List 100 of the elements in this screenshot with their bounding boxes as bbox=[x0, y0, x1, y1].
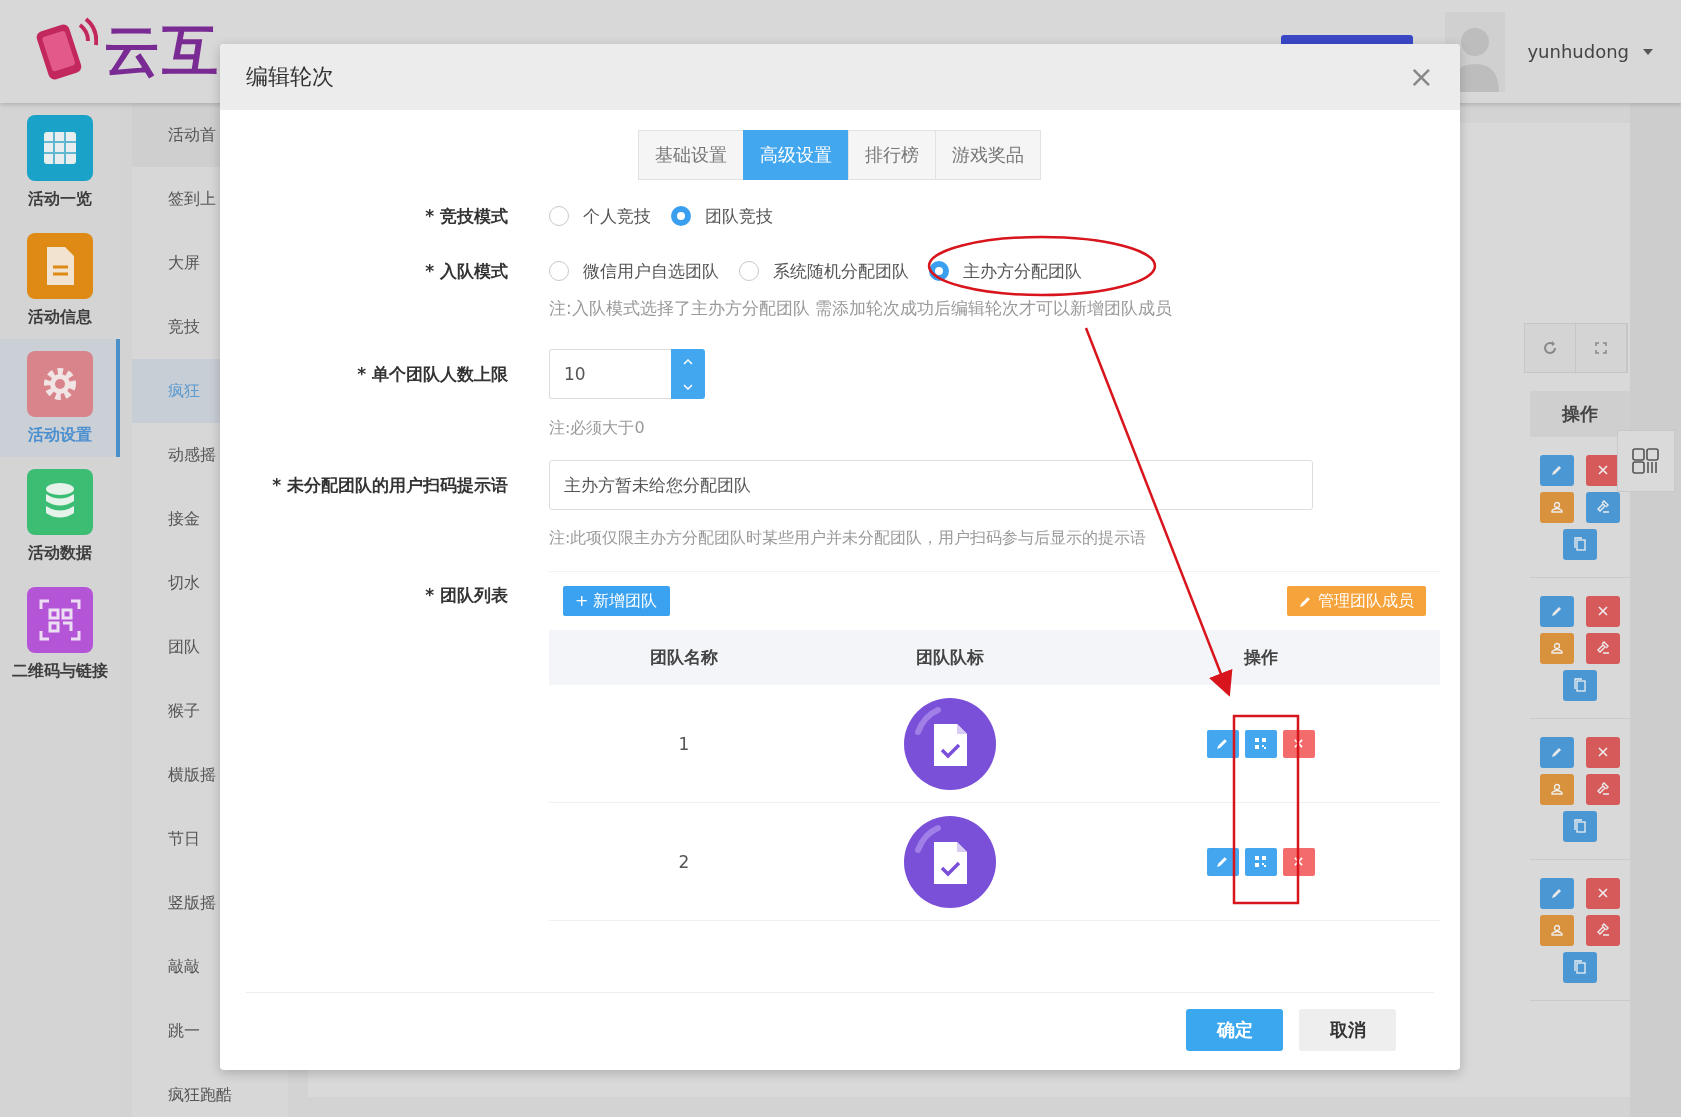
nav-icon bbox=[27, 586, 93, 653]
delete-button[interactable] bbox=[1282, 847, 1315, 876]
hint-text: 注:必须大于0 bbox=[549, 417, 646, 439]
delete-button[interactable] bbox=[1586, 595, 1620, 627]
gavel-icon bbox=[1596, 782, 1610, 796]
edit-button[interactable] bbox=[1540, 736, 1574, 768]
user-menu[interactable]: yunhudong bbox=[1527, 41, 1629, 62]
logo-text: 云互 bbox=[104, 16, 220, 85]
gavel-icon bbox=[1596, 923, 1610, 937]
gavel-button[interactable] bbox=[1586, 632, 1620, 664]
gavel-button[interactable] bbox=[1586, 773, 1620, 805]
qrcode-button[interactable] bbox=[1244, 729, 1277, 758]
copy-icon bbox=[1574, 537, 1586, 551]
close-icon bbox=[1294, 857, 1303, 866]
column-header: 团队队标 bbox=[915, 646, 985, 669]
dialog-title: 编辑轮次 bbox=[246, 63, 334, 91]
user-button[interactable] bbox=[1540, 491, 1574, 523]
radio-option[interactable]: 系统随机分配团队 bbox=[739, 259, 909, 283]
close-icon bbox=[1598, 606, 1608, 616]
radio-option[interactable]: 个人竞技 bbox=[549, 204, 651, 228]
radio-option[interactable]: 微信用户自选团队 bbox=[549, 259, 719, 283]
copy-button[interactable] bbox=[1563, 951, 1597, 983]
caret-icon bbox=[1643, 48, 1653, 55]
floating-panel[interactable] bbox=[1617, 430, 1675, 492]
copy-button[interactable] bbox=[1563, 528, 1597, 560]
copy-icon bbox=[1574, 819, 1586, 833]
field-label: * 入队模式 bbox=[424, 260, 508, 283]
edit-button[interactable] bbox=[1540, 454, 1574, 486]
nav-item[interactable]: 活动一览 bbox=[0, 103, 120, 221]
user-button[interactable] bbox=[1540, 632, 1574, 664]
pencil-icon bbox=[1299, 594, 1312, 608]
pencil-icon bbox=[1551, 605, 1563, 617]
nav-icon bbox=[27, 468, 93, 535]
close-icon bbox=[1598, 465, 1608, 475]
delete-button[interactable] bbox=[1586, 454, 1620, 486]
add-team-button[interactable]: + 新增团队 bbox=[563, 586, 670, 616]
gavel-icon bbox=[1596, 500, 1610, 514]
document-check-icon bbox=[904, 815, 996, 908]
user-icon bbox=[1551, 783, 1563, 795]
copy-icon bbox=[1574, 678, 1586, 692]
user-button[interactable] bbox=[1540, 914, 1574, 946]
close-icon bbox=[1598, 888, 1608, 898]
radio-option[interactable]: 主办方分配团队 bbox=[929, 259, 1082, 283]
copy-button[interactable] bbox=[1563, 810, 1597, 842]
field-label: * 团队列表 bbox=[424, 584, 508, 607]
close-button[interactable]: × bbox=[1408, 62, 1434, 92]
field-label: * 未分配团队的用户扫码提示语 bbox=[271, 474, 508, 497]
pencil-icon bbox=[1551, 887, 1563, 899]
pencil-icon bbox=[1216, 737, 1229, 750]
delete-button[interactable] bbox=[1586, 877, 1620, 909]
delete-button[interactable] bbox=[1282, 729, 1315, 758]
edit-button[interactable] bbox=[1540, 877, 1574, 909]
tab[interactable]: 基础设置 bbox=[638, 130, 744, 180]
close-icon bbox=[1598, 747, 1608, 757]
qrcode-button[interactable] bbox=[1244, 847, 1277, 876]
delete-button[interactable] bbox=[1586, 736, 1620, 768]
number-field[interactable]: 10 bbox=[549, 349, 671, 399]
nav-icon bbox=[27, 114, 93, 181]
refresh-icon bbox=[1543, 341, 1557, 355]
column-header: 团队名称 bbox=[649, 646, 719, 669]
column-header: 操作 bbox=[1530, 391, 1630, 437]
tab[interactable]: 游戏奖品 bbox=[935, 130, 1041, 180]
gavel-icon bbox=[1596, 641, 1610, 655]
pencil-icon bbox=[1551, 746, 1563, 758]
nav-item[interactable]: 活动信息 bbox=[0, 221, 120, 339]
gavel-button[interactable] bbox=[1586, 491, 1620, 523]
gavel-button[interactable] bbox=[1586, 914, 1620, 946]
qrcode-icon bbox=[1254, 737, 1267, 750]
pencil-icon bbox=[1551, 464, 1563, 476]
qrcode-icon bbox=[1254, 855, 1267, 868]
hint-text: 注:入队模式选择了主办方分配团队 需添加轮次成功后编辑轮次才可以新增团队成员 bbox=[549, 297, 1173, 319]
field-label: * 单个团队人数上限 bbox=[356, 363, 508, 386]
text-field[interactable]: 主办方暂未给您分配团队 bbox=[549, 460, 1313, 510]
nav-icon bbox=[27, 350, 93, 417]
close-icon bbox=[1294, 739, 1303, 748]
nav-icon bbox=[27, 232, 93, 299]
chevron-down-icon[interactable] bbox=[683, 383, 693, 390]
pencil-icon bbox=[1216, 855, 1229, 868]
qrcode-icon bbox=[1632, 448, 1660, 474]
user-icon bbox=[1551, 924, 1563, 936]
edit-button[interactable] bbox=[1540, 595, 1574, 627]
user-button[interactable] bbox=[1540, 773, 1574, 805]
document-check-icon bbox=[904, 697, 996, 790]
tab[interactable]: 排行榜 bbox=[848, 130, 936, 180]
hint-text: 注:此项仅限主办方分配团队时某些用户并未分配团队，用户扫码参与后显示的提示语 bbox=[549, 527, 1148, 549]
refresh-button[interactable] bbox=[1525, 324, 1576, 372]
user-icon bbox=[1551, 642, 1563, 654]
chevron-up-icon[interactable] bbox=[683, 358, 693, 365]
edit-button[interactable] bbox=[1206, 729, 1239, 758]
submenu-item[interactable]: 疯狂跑酷 bbox=[132, 1063, 288, 1117]
radio-option[interactable]: 团队竞技 bbox=[671, 204, 773, 228]
edit-button[interactable] bbox=[1206, 847, 1239, 876]
user-icon bbox=[1551, 501, 1563, 513]
cancel-button[interactable]: 取消 bbox=[1299, 1009, 1396, 1051]
column-header: 操作 bbox=[1242, 646, 1279, 669]
fullscreen-icon bbox=[1595, 342, 1607, 354]
nav-item[interactable]: 二维码与链接 bbox=[0, 575, 120, 693]
nav-item[interactable]: 活动数据 bbox=[0, 457, 120, 575]
copy-icon bbox=[1574, 960, 1586, 974]
copy-button[interactable] bbox=[1563, 669, 1597, 701]
